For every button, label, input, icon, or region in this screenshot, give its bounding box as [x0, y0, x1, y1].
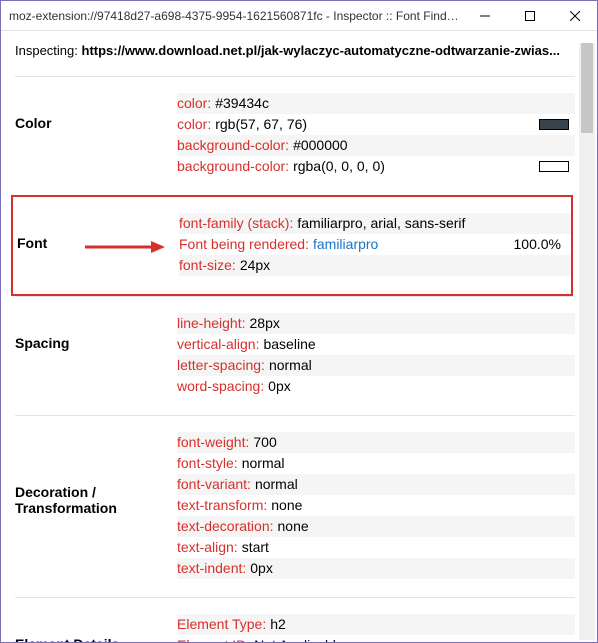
- prop: letter-spacing:: [177, 355, 265, 376]
- prop: vertical-align:: [177, 334, 259, 355]
- prop: color:: [177, 114, 211, 135]
- row-deco-1: font-style:normal: [177, 453, 575, 474]
- val: h2: [270, 614, 286, 635]
- prop: color:: [177, 93, 211, 114]
- content-area: Inspecting: https://www.download.net.pl/…: [1, 31, 597, 642]
- row-deco-2: font-variant:normal: [177, 474, 575, 495]
- rows-element: Element Type:h2 Element ID: Not Applicabl…: [177, 614, 575, 642]
- color-swatch: [539, 161, 569, 172]
- section-label-element: Element Details: [15, 614, 177, 642]
- maximize-button[interactable]: [507, 1, 552, 30]
- window-controls: [462, 1, 597, 30]
- window-titlebar: moz-extension://97418d27-a698-4375-9954-…: [1, 1, 597, 31]
- rows-font: font-family (stack):familiarpro, arial, …: [179, 213, 571, 276]
- prop: text-decoration:: [177, 516, 274, 537]
- prop: word-spacing:: [177, 376, 264, 397]
- val: none: [271, 495, 302, 516]
- section-element: Element Details Element Type:h2 Element …: [15, 597, 575, 642]
- val: Not Applicable: [254, 635, 344, 642]
- close-button[interactable]: [552, 1, 597, 30]
- row-font-0: font-family (stack):familiarpro, arial, …: [179, 213, 571, 234]
- val: normal: [242, 453, 285, 474]
- annotation-arrow-icon: [85, 239, 165, 255]
- prop: Element ID:: [177, 635, 250, 642]
- row-spacing-1: vertical-align:baseline: [177, 334, 575, 355]
- section-label-spacing: Spacing: [15, 313, 177, 397]
- color-swatch: [539, 119, 569, 130]
- prop: text-transform:: [177, 495, 267, 516]
- val: #000000: [293, 135, 348, 156]
- prop: font-size:: [179, 255, 236, 276]
- section-label-color: Color: [15, 93, 177, 177]
- inspecting-url: https://www.download.net.pl/jak-wylaczyc…: [82, 43, 560, 58]
- row-deco-6: text-indent:0px: [177, 558, 575, 579]
- val: start: [242, 537, 269, 558]
- row-spacing-2: letter-spacing:normal: [177, 355, 575, 376]
- val: familiarpro, arial, sans-serif: [297, 213, 465, 234]
- row-deco-5: text-align:start: [177, 537, 575, 558]
- val: none: [278, 516, 309, 537]
- val: #39434c: [215, 93, 269, 114]
- prop: Element Type:: [177, 614, 266, 635]
- row-deco-3: text-transform:none: [177, 495, 575, 516]
- val: 0px: [250, 558, 273, 579]
- val: 700: [253, 432, 276, 453]
- rows-decoration: font-weight:700 font-style:normal font-v…: [177, 432, 575, 579]
- row-color-1: color:rgb(57, 67, 76): [177, 114, 575, 135]
- val: rgb(57, 67, 76): [215, 114, 307, 135]
- prop: font-family (stack):: [179, 213, 293, 234]
- minimize-button[interactable]: [462, 1, 507, 30]
- font-link[interactable]: familiarpro: [313, 234, 378, 255]
- inspecting-label: Inspecting:: [15, 43, 82, 58]
- section-label-font: Font: [17, 213, 179, 276]
- section-label-decoration: Decoration / Transformation: [15, 432, 177, 579]
- section-label-text: Font: [17, 235, 47, 251]
- font-pct: 100.0%: [514, 234, 567, 255]
- row-font-2: font-size:24px: [179, 255, 571, 276]
- row-color-2: background-color:#000000: [177, 135, 575, 156]
- scrollbar[interactable]: [579, 43, 595, 640]
- section-spacing: Spacing line-height:28px vertical-align:…: [15, 296, 575, 415]
- row-font-1: Font being rendered:familiarpro 100.0%: [179, 234, 571, 255]
- val: rgba(0, 0, 0, 0): [293, 156, 385, 177]
- inspecting-line: Inspecting: https://www.download.net.pl/…: [15, 43, 597, 58]
- row-deco-4: text-decoration:none: [177, 516, 575, 537]
- row-spacing-3: word-spacing:0px: [177, 376, 575, 397]
- row-color-0: color:#39434c: [177, 93, 575, 114]
- scrollbar-thumb[interactable]: [581, 43, 593, 133]
- prop: font-variant:: [177, 474, 251, 495]
- row-color-3: background-color:rgba(0, 0, 0, 0): [177, 156, 575, 177]
- prop: background-color:: [177, 156, 289, 177]
- prop: text-indent:: [177, 558, 246, 579]
- row-spacing-0: line-height:28px: [177, 313, 575, 334]
- section-font: Font font-family (stack):familiarpro, ar…: [11, 195, 573, 296]
- prop: font-style:: [177, 453, 238, 474]
- section-color: Color color:#39434c color:rgb(57, 67, 76…: [15, 76, 575, 195]
- prop: Font being rendered:: [179, 234, 309, 255]
- row-deco-0: font-weight:700: [177, 432, 575, 453]
- row-elem-1: Element ID: Not Applicable: [177, 635, 575, 642]
- val: normal: [269, 355, 312, 376]
- val: 24px: [240, 255, 270, 276]
- section-decoration: Decoration / Transformation font-weight:…: [15, 415, 575, 597]
- row-elem-0: Element Type:h2: [177, 614, 575, 635]
- val: normal: [255, 474, 298, 495]
- rows-color: color:#39434c color:rgb(57, 67, 76) back…: [177, 93, 575, 177]
- val: baseline: [263, 334, 315, 355]
- prop: background-color:: [177, 135, 289, 156]
- prop: text-align:: [177, 537, 238, 558]
- val: 0px: [268, 376, 291, 397]
- rows-spacing: line-height:28px vertical-align:baseline…: [177, 313, 575, 397]
- prop: font-weight:: [177, 432, 249, 453]
- prop: line-height:: [177, 313, 246, 334]
- window-title: moz-extension://97418d27-a698-4375-9954-…: [9, 9, 462, 23]
- val: 28px: [250, 313, 280, 334]
